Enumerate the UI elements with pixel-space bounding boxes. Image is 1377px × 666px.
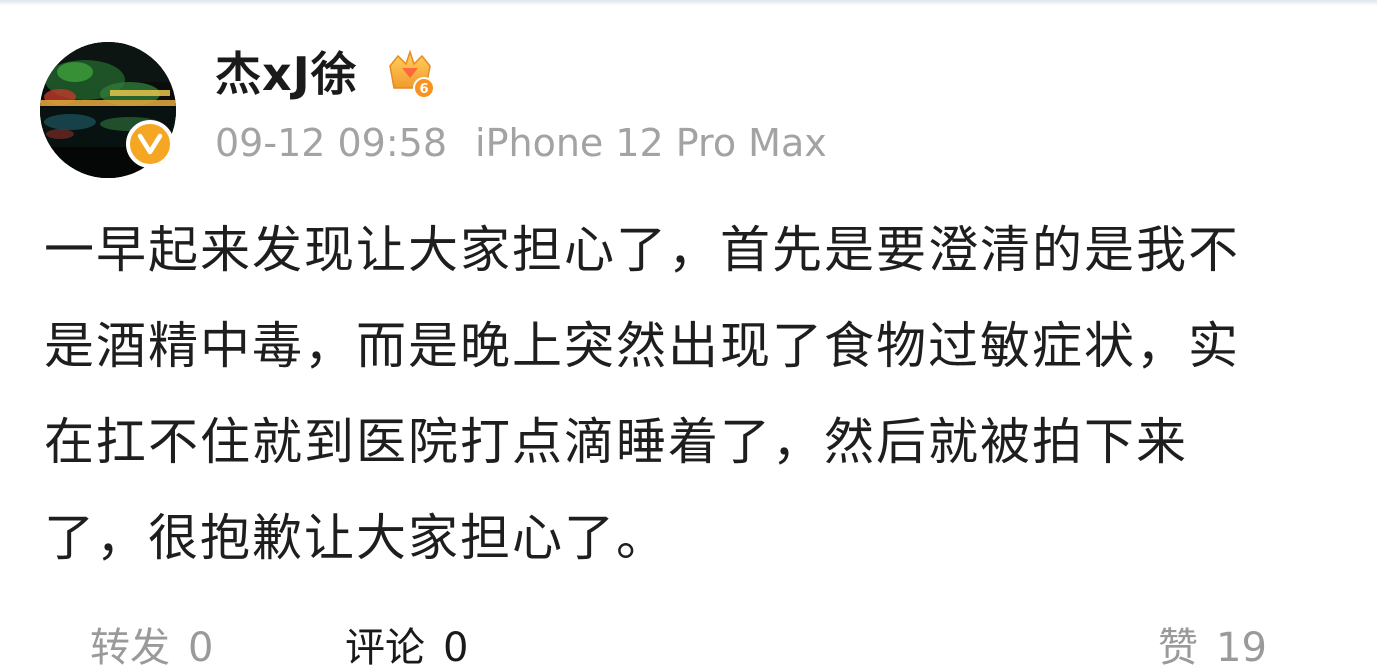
like-count: 19 <box>1216 625 1267 666</box>
comment-button[interactable]: 评论 0 <box>345 618 468 666</box>
like-label: 赞 <box>1158 625 1198 666</box>
post-action-bar: 转发 0 评论 0 赞 19 <box>0 618 1377 666</box>
vip-level-text: 6 <box>419 82 428 97</box>
post-text-line: 是酒精中毒，而是晚上突然出现了食物过敏症状，实 <box>44 317 1240 375</box>
repost-count: 0 <box>188 625 214 666</box>
repost-button[interactable]: 转发 0 <box>90 618 213 666</box>
repost-label: 转发 <box>90 625 170 666</box>
comment-count: 0 <box>443 625 469 666</box>
comment-label: 评论 <box>345 625 425 666</box>
post-text-line: 了，很抱歉让大家担心了。 <box>44 509 668 567</box>
like-button[interactable]: 赞 19 <box>1158 618 1267 666</box>
top-edge-divider <box>0 0 1377 6</box>
post-device: iPhone 12 Pro Max <box>475 121 827 165</box>
post-text-line: 在扛不住就到医院打点滴睡着了，然后就被拍下来 <box>44 413 1188 471</box>
weibo-post-page: 杰xJ徐 6 09-12 09:58 iPhone 12 Pro Max 一早起来… <box>0 0 1377 666</box>
post-text-line: 一早起来发现让大家担心了，首先是要澄清的是我不 <box>44 221 1240 279</box>
post-timestamp: 09-12 09:58 <box>215 121 448 165</box>
post-meta: 09-12 09:58 iPhone 12 Pro Max <box>215 118 827 168</box>
vip-crown-level-icon[interactable]: 6 <box>384 48 436 100</box>
verified-v-icon <box>126 120 174 168</box>
post-text: 一早起来发现让大家担心了，首先是要澄清的是我不 是酒精中毒，而是晚上突然出现了食… <box>44 202 1344 586</box>
author-name[interactable]: 杰xJ徐 <box>215 44 358 104</box>
